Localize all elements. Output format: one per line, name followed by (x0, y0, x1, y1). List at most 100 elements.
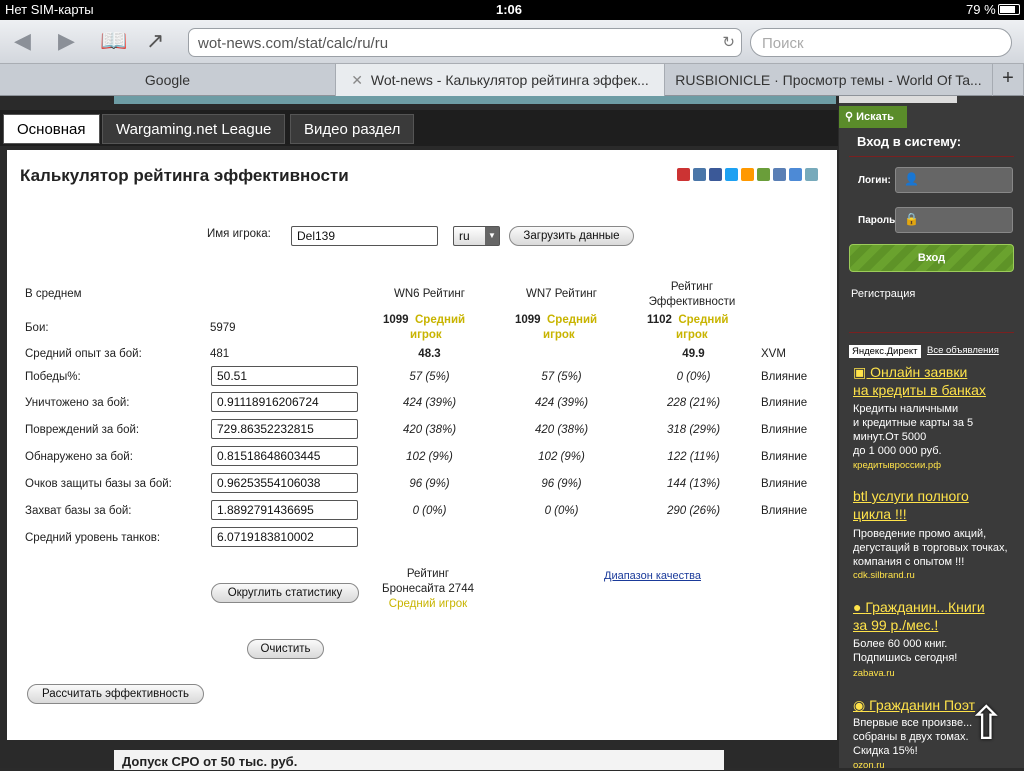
vk-icon[interactable] (693, 168, 706, 181)
bottom-banner[interactable]: Допуск СРО от 50 тыс. руб. (114, 750, 724, 770)
wins-wn7: 57 (5%) (541, 371, 582, 383)
scroll-to-top-icon[interactable]: ⇧ (967, 696, 1006, 750)
load-data-button[interactable]: Загрузить данные (509, 226, 634, 246)
wn6-header: WN6 Рейтинг (394, 288, 465, 300)
tab-google[interactable]: Google (0, 64, 336, 96)
lock-icon: 🔒 (904, 212, 919, 226)
forward-icon[interactable]: ▶ (58, 28, 75, 54)
login-button[interactable]: Вход (849, 244, 1014, 272)
bookmarks-icon[interactable]: 📖 (100, 28, 127, 54)
damage-wn6: 420 (38%) (402, 424, 457, 436)
ad-3-title[interactable]: ● Гражданин...Книги за 99 р./мес.! (853, 598, 985, 634)
close-tab-icon[interactable]: ✕ (351, 72, 363, 88)
site-search-button[interactable]: ⚲ Искать (839, 106, 907, 128)
clear-button[interactable]: Очистить (247, 639, 324, 659)
damage-input[interactable]: 729.86352232815 (211, 419, 358, 439)
capture-label: Захват базы за бой: (25, 505, 132, 517)
tier-label: Средний уровень танков: (25, 532, 161, 544)
back-icon[interactable]: ◀ (14, 28, 31, 54)
tab-wot-news[interactable]: ✕ Wot-news - Калькулятор рейтинга эффек..… (336, 64, 665, 96)
divider (849, 332, 1014, 333)
frags-label: Уничтожено за бой: (25, 397, 130, 409)
sidebar-search-field[interactable] (839, 96, 957, 103)
ad-4-title[interactable]: ◉ Гражданин Поэт (853, 696, 975, 714)
ad-4-text: Впервые все произве... собраны в двух то… (853, 717, 973, 757)
more-share-icon[interactable] (805, 168, 818, 181)
damage-eff: 318 (29%) (666, 424, 721, 436)
login-header: Вход в систему: (857, 134, 962, 149)
ad-3-domain[interactable]: zabava.ru (853, 668, 895, 679)
reload-icon[interactable]: ↻ (722, 33, 735, 51)
spotted-influence: Влияние (761, 451, 808, 463)
wn6-exp: 48.3 (418, 348, 441, 360)
tier-input[interactable]: 6.0719183810002 (211, 527, 358, 547)
wn6-grade: игрок (410, 329, 442, 341)
wins-influence: Влияние (761, 371, 808, 383)
ad-icon: ▣ (853, 364, 871, 380)
menu-video[interactable]: Видео раздел (290, 114, 415, 144)
calculator-panel: Калькулятор рейтинга эффективности Имя и… (7, 150, 837, 740)
wn6-rating: 1099 Средний (383, 314, 466, 326)
defense-wn6: 96 (9%) (409, 478, 450, 490)
xvm-label: XVM (761, 348, 786, 360)
odnoklassniki-icon[interactable] (741, 168, 754, 181)
ad-2-text: Проведение промо акций, дегустаций в тор… (853, 528, 1008, 568)
facebook-icon[interactable] (709, 168, 722, 181)
bookmark-share-icon[interactable] (789, 168, 802, 181)
ad-1-title[interactable]: ▣ Онлайн заявки на кредиты в банках (853, 363, 986, 399)
ad-1-domain[interactable]: кредитывроссии.рф (853, 460, 941, 471)
login-input[interactable]: 👤 (895, 167, 1013, 193)
register-link[interactable]: Регистрация (851, 288, 915, 300)
clock: 1:06 (496, 2, 523, 17)
ad-4-domain[interactable]: ozon.ru (853, 760, 885, 771)
player-label: Имя игрока: (207, 228, 271, 240)
yandex-direct-label[interactable]: Яндекс.Директ (849, 345, 921, 358)
ad-icon: ◉ (853, 697, 870, 713)
avg-exp-label: Средний опыт за бой: (25, 348, 142, 360)
share-icon-1[interactable] (677, 168, 690, 181)
quality-range-link[interactable]: Диапазон качества (604, 570, 701, 582)
frags-wn6: 424 (39%) (402, 397, 457, 409)
password-input[interactable]: 🔒 (895, 207, 1013, 233)
defense-influence: Влияние (761, 478, 808, 490)
tab-bar: Google ✕ Wot-news - Калькулятор рейтинга … (0, 64, 1024, 96)
ad-1-text: Кредиты наличными и кредитные карты за 5… (853, 403, 974, 457)
spotted-label: Обнаружено за бой: (25, 451, 133, 463)
ad-2-domain[interactable]: cdk.silbrand.ru (853, 570, 915, 581)
all-ads-link[interactable]: Все объявления (927, 345, 999, 356)
spotted-wn7: 102 (9%) (538, 451, 585, 463)
capture-input[interactable]: 1.8892791436695 (211, 500, 358, 520)
tab-rusbionicle[interactable]: RUSBIONICLE · Просмотр темы - World Of T… (665, 64, 993, 96)
share-icon[interactable]: ↗ (146, 28, 164, 54)
capture-wn6: 0 (0%) (412, 505, 447, 517)
frags-eff: 228 (21%) (666, 397, 721, 409)
round-stats-button[interactable]: Округлить статистику (211, 583, 359, 603)
battery-icon (998, 4, 1020, 15)
calculate-button[interactable]: Рассчитать эффективность (27, 684, 204, 704)
moimir-icon[interactable] (757, 168, 770, 181)
address-bar[interactable]: wot-news.com/stat/calc/ru/ru ↻ (188, 28, 742, 57)
site-menu: Основная Wargaming.net League Видео разд… (0, 110, 838, 146)
ad-icon: ● (853, 599, 866, 615)
login-label: Логин: (858, 175, 891, 186)
search-input[interactable]: Поиск (750, 28, 1012, 57)
wn7-grade: игрок (543, 329, 575, 341)
frags-input[interactable]: 0.91118916206724 (211, 392, 358, 412)
ad-3-text: Более 60 000 книг. Подпишись сегодня! (853, 638, 958, 664)
new-tab-button[interactable]: + (993, 64, 1024, 96)
spotted-input[interactable]: 0.81518648603445 (211, 446, 358, 466)
twitter-icon[interactable] (725, 168, 738, 181)
eff-grade: игрок (676, 329, 708, 341)
player-name-input[interactable]: Del139 (291, 226, 438, 246)
server-select[interactable]: ru ▼ (453, 226, 500, 246)
menu-main[interactable]: Основная (3, 114, 100, 144)
battles-label: Бои: (25, 322, 49, 334)
status-bar: Нет SIM-карты 1:06 79 % (0, 0, 1024, 20)
frags-influence: Влияние (761, 397, 808, 409)
wins-input[interactable]: 50.51 (211, 366, 358, 386)
menu-league[interactable]: Wargaming.net League (102, 114, 286, 144)
damage-wn7: 420 (38%) (534, 424, 589, 436)
livejournal-icon[interactable] (773, 168, 786, 181)
defense-input[interactable]: 0.96253554106038 (211, 473, 358, 493)
ad-2-title[interactable]: btl услуги полного цикла !!! (853, 487, 969, 523)
